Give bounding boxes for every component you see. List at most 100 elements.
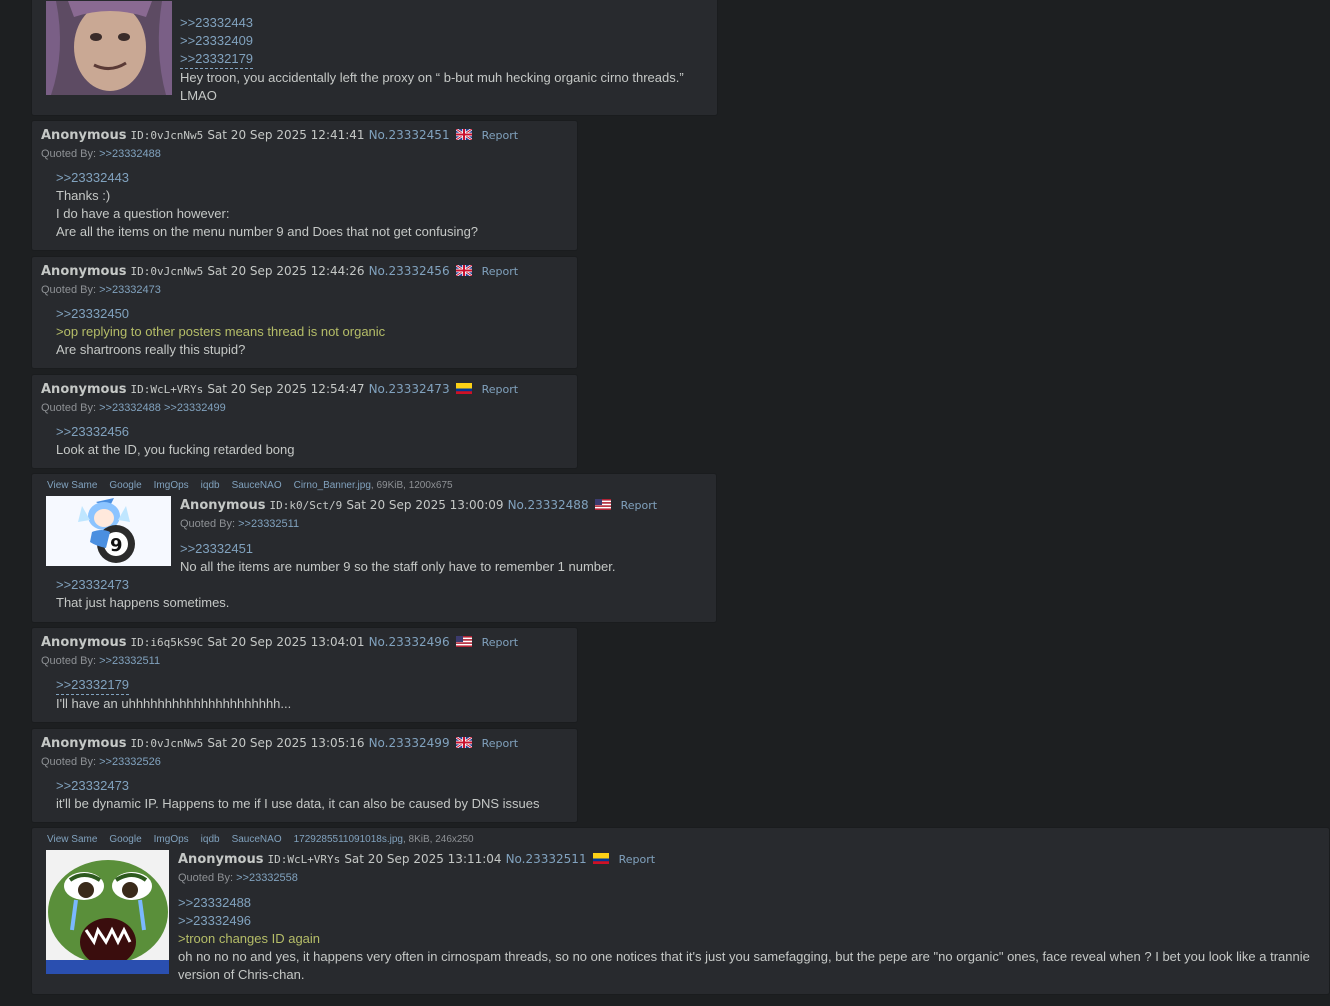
post-number[interactable]: No.23332473 — [369, 382, 450, 396]
post-text: I'll have an uhhhhhhhhhhhhhhhhhhhhh... — [56, 696, 292, 711]
report-link[interactable]: Report — [482, 129, 518, 142]
post-number[interactable]: No.23332511 — [506, 852, 587, 866]
poster-name: Anonymous — [41, 635, 127, 650]
quote-link[interactable]: >>23332179 — [56, 676, 130, 695]
reply-post: Anonymous ID:0vJcnNw5 Sat 20 Sep 2025 13:0… — [31, 728, 578, 823]
poster-id[interactable]: ID:i6q5kS9C — [130, 636, 203, 649]
quote-link[interactable]: >>23332473 — [56, 777, 540, 795]
quote-link[interactable]: >>23332451 — [180, 540, 615, 558]
post-text: Thanks :) — [56, 188, 111, 203]
post-text: Look at the ID, you fucking retarded bon… — [56, 442, 295, 457]
post-date: Sat 20 Sep 2025 13:04:01 — [207, 635, 365, 649]
quote-link[interactable]: >>23332179 — [180, 50, 254, 69]
imgops-link[interactable]: ImgOps — [154, 480, 189, 491]
post-text: it'll be dynamic IP. Happens to me if I … — [56, 796, 540, 811]
saucenao-link[interactable]: SauceNAO — [232, 480, 282, 491]
report-link[interactable]: Report — [621, 499, 657, 512]
backlink[interactable]: >>23332511 — [238, 518, 299, 530]
poster-name: Anonymous — [41, 382, 127, 397]
report-link[interactable]: Report — [482, 636, 518, 649]
backlink[interactable]: >>23332488 — [99, 148, 161, 160]
post-body: >>23332488 >>23332496 >troon changes ID … — [178, 894, 1318, 984]
iqdb-link[interactable]: iqdb — [201, 480, 220, 491]
quote-link[interactable]: >>23332473 — [56, 576, 229, 594]
imgops-link[interactable]: ImgOps — [154, 834, 189, 845]
post-body: >>23332451 No all the items are number 9… — [180, 540, 615, 576]
greentext: >op replying to other posters means thre… — [56, 324, 386, 339]
view-same-link[interactable]: View Same — [47, 480, 97, 491]
post-header: Anonymous ID:0vJcnNw5 Sat 20 Sep 2025 13:0… — [41, 735, 518, 751]
post-thumbnail-face[interactable] — [46, 1, 172, 95]
poster-id[interactable]: ID:0vJcnNw5 — [130, 129, 203, 142]
quote-link[interactable]: >>23332456 — [56, 423, 295, 441]
post-date: Sat 20 Sep 2025 12:44:26 — [207, 264, 365, 278]
quoted-by: Quoted By: >>23332473 — [41, 284, 161, 296]
saucenao-link[interactable]: SauceNAO — [232, 834, 282, 845]
google-link[interactable]: Google — [109, 480, 141, 491]
backlink[interactable]: >>23332499 — [164, 402, 226, 414]
uk-flag-icon — [455, 265, 472, 276]
post-number[interactable]: No.23332499 — [369, 736, 450, 750]
quote-link[interactable]: >>23332496 — [178, 912, 1318, 930]
backlink[interactable]: >>23332473 — [99, 284, 161, 296]
poster-id[interactable]: ID:k0/Sct/9 — [269, 499, 342, 512]
quote-link[interactable]: >>23332409 — [180, 32, 710, 50]
file-name[interactable]: 1729285511091018s.jpg — [294, 834, 403, 845]
backlink[interactable]: >>23332558 — [236, 872, 298, 884]
report-link[interactable]: Report — [482, 265, 518, 278]
post-thumbnail-pepe[interactable] — [46, 850, 169, 974]
poster-id[interactable]: ID:WcL+VRYs — [130, 383, 203, 396]
google-link[interactable]: Google — [109, 834, 141, 845]
quote-link[interactable]: >>23332443 — [56, 169, 478, 187]
quoted-by: Quoted By: >>23332488 — [41, 148, 161, 160]
report-link[interactable]: Report — [619, 853, 655, 866]
post-number[interactable]: No.23332456 — [369, 264, 450, 278]
view-same-link[interactable]: View Same — [47, 834, 97, 845]
poster-id[interactable]: ID:0vJcnNw5 — [130, 265, 203, 278]
uk-flag-icon — [455, 129, 472, 140]
reply-post: View Same Google ImgOps iqdb SauceNAO Cirno_B… — [31, 473, 717, 623]
poster-id[interactable]: ID:0vJcnNw5 — [130, 737, 203, 750]
file-name[interactable]: Cirno_Banner.jpg — [294, 480, 371, 491]
report-link[interactable]: Report — [482, 737, 518, 750]
quote-link[interactable]: >>23332488 — [178, 894, 1318, 912]
post-date: Sat 20 Sep 2025 13:05:16 — [207, 736, 365, 750]
poster-name: Anonymous — [41, 264, 127, 279]
quoted-by: Quoted By: >>23332511 — [41, 655, 161, 667]
file-info: View Same Google ImgOps iqdb SauceNAO 1729285… — [47, 834, 474, 845]
poster-id[interactable]: ID:WcL+VRYs — [267, 853, 340, 866]
backlink[interactable]: >>23332488 — [99, 402, 161, 414]
post-top: >>23332443 >>23332409 >>23332179 Hey tro… — [31, 0, 718, 116]
post-number[interactable]: No.23332496 — [369, 635, 450, 649]
post-header: Anonymous ID:WcL+VRYs Sat 20 Sep 2025 13:1… — [178, 851, 655, 867]
post-thumbnail-cirno[interactable]: 9 — [46, 496, 171, 566]
quote-link[interactable]: >>23332443 — [180, 14, 710, 32]
post-date: Sat 20 Sep 2025 12:54:47 — [207, 382, 365, 396]
backlink[interactable]: >>23332511 — [99, 655, 160, 667]
backlink[interactable]: >>23332526 — [99, 756, 161, 768]
post-header: Anonymous ID:0vJcnNw5 Sat 20 Sep 2025 12:4… — [41, 263, 518, 279]
post-number[interactable]: No.23332451 — [369, 128, 450, 142]
file-meta: , 8KiB, 246x250 — [402, 834, 474, 845]
post-date: Sat 20 Sep 2025 13:11:04 — [344, 852, 502, 866]
post-text: That just happens sometimes. — [56, 595, 230, 610]
post-header: Anonymous ID:0vJcnNw5 Sat 20 Sep 2025 12:4… — [41, 127, 518, 143]
quote-link[interactable]: >>23332450 — [56, 305, 385, 323]
file-meta: , 69KiB, 1200x675 — [370, 480, 453, 491]
quoted-by: Quoted By: >>23332488 >>23332499 — [41, 402, 226, 414]
report-link[interactable]: Report — [482, 383, 518, 396]
iqdb-link[interactable]: iqdb — [201, 834, 220, 845]
file-info: View Same Google ImgOps iqdb SauceNAO Cirno_B… — [47, 480, 453, 491]
reply-post: Anonymous ID:WcL+VRYs Sat 20 Sep 2025 12:5… — [31, 374, 578, 469]
post-text: LMAO — [180, 88, 217, 103]
poster-name: Anonymous — [41, 128, 127, 143]
quoted-by: Quoted By: >>23332526 — [41, 756, 161, 768]
post-text: Are all the items on the menu number 9 a… — [56, 224, 479, 239]
post-date: Sat 20 Sep 2025 12:41:41 — [207, 128, 365, 142]
colombia-flag-icon — [455, 383, 472, 394]
post-body: >>23332179 I'll have an uhhhhhhhhhhhhhhh… — [56, 676, 291, 713]
cirno-image-icon: 9 — [46, 496, 171, 566]
colombia-flag-icon — [592, 853, 609, 864]
post-number[interactable]: No.23332488 — [508, 498, 589, 512]
reply-post: View Same Google ImgOps iqdb SauceNAO 1729285… — [31, 827, 1330, 995]
